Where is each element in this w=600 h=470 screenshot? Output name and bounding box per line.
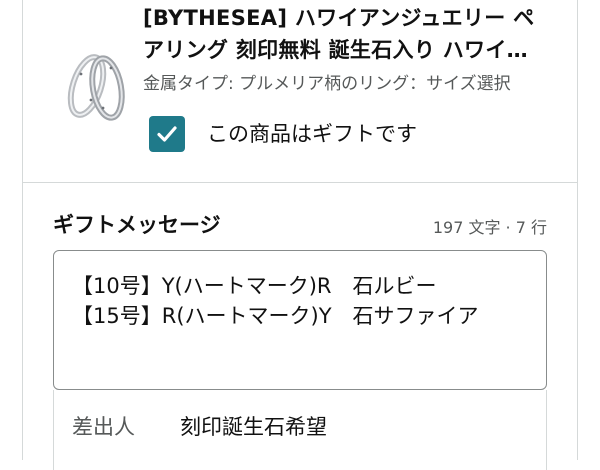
gift-options-card: [BYTHESEA] ハワイアンジュエリー ペアリング 刻印無料 誕生石入り ハ…	[22, 0, 578, 470]
gift-message-line: 【15号】R(ハートマーク)Y 石サファイア	[72, 304, 479, 328]
sender-label: 差出人	[72, 415, 135, 439]
pair-rings-image	[61, 44, 133, 126]
gift-message-heading: ギフトメッセージ	[53, 213, 221, 237]
product-variant: 金属タイプ: プルメリア柄のリング：サイズ選択	[143, 74, 511, 94]
gift-checkbox-label[interactable]: この商品はギフトです	[207, 120, 417, 148]
check-icon	[157, 126, 177, 142]
sender-field[interactable]: 差出人 刻印誕生石希望	[53, 390, 547, 470]
gift-checkbox[interactable]	[149, 116, 185, 152]
sender-input-value[interactable]: 刻印誕生石希望	[180, 412, 327, 442]
product-title[interactable]: [BYTHESEA] ハワイアンジュエリー ペアリング 刻印無料 誕生石入り ハ…	[143, 2, 543, 66]
gift-message-counter: 197 文字 · 7 行	[432, 218, 547, 237]
gift-message-textarea[interactable]: 【10号】Y(ハートマーク)R 石ルビー 【15号】R(ハートマーク)Y 石サフ…	[53, 250, 547, 390]
product-summary: [BYTHESEA] ハワイアンジュエリー ペアリング 刻印無料 誕生石入り ハ…	[23, 0, 577, 183]
gift-message-line: 【10号】Y(ハートマーク)R 石ルビー	[72, 274, 437, 298]
